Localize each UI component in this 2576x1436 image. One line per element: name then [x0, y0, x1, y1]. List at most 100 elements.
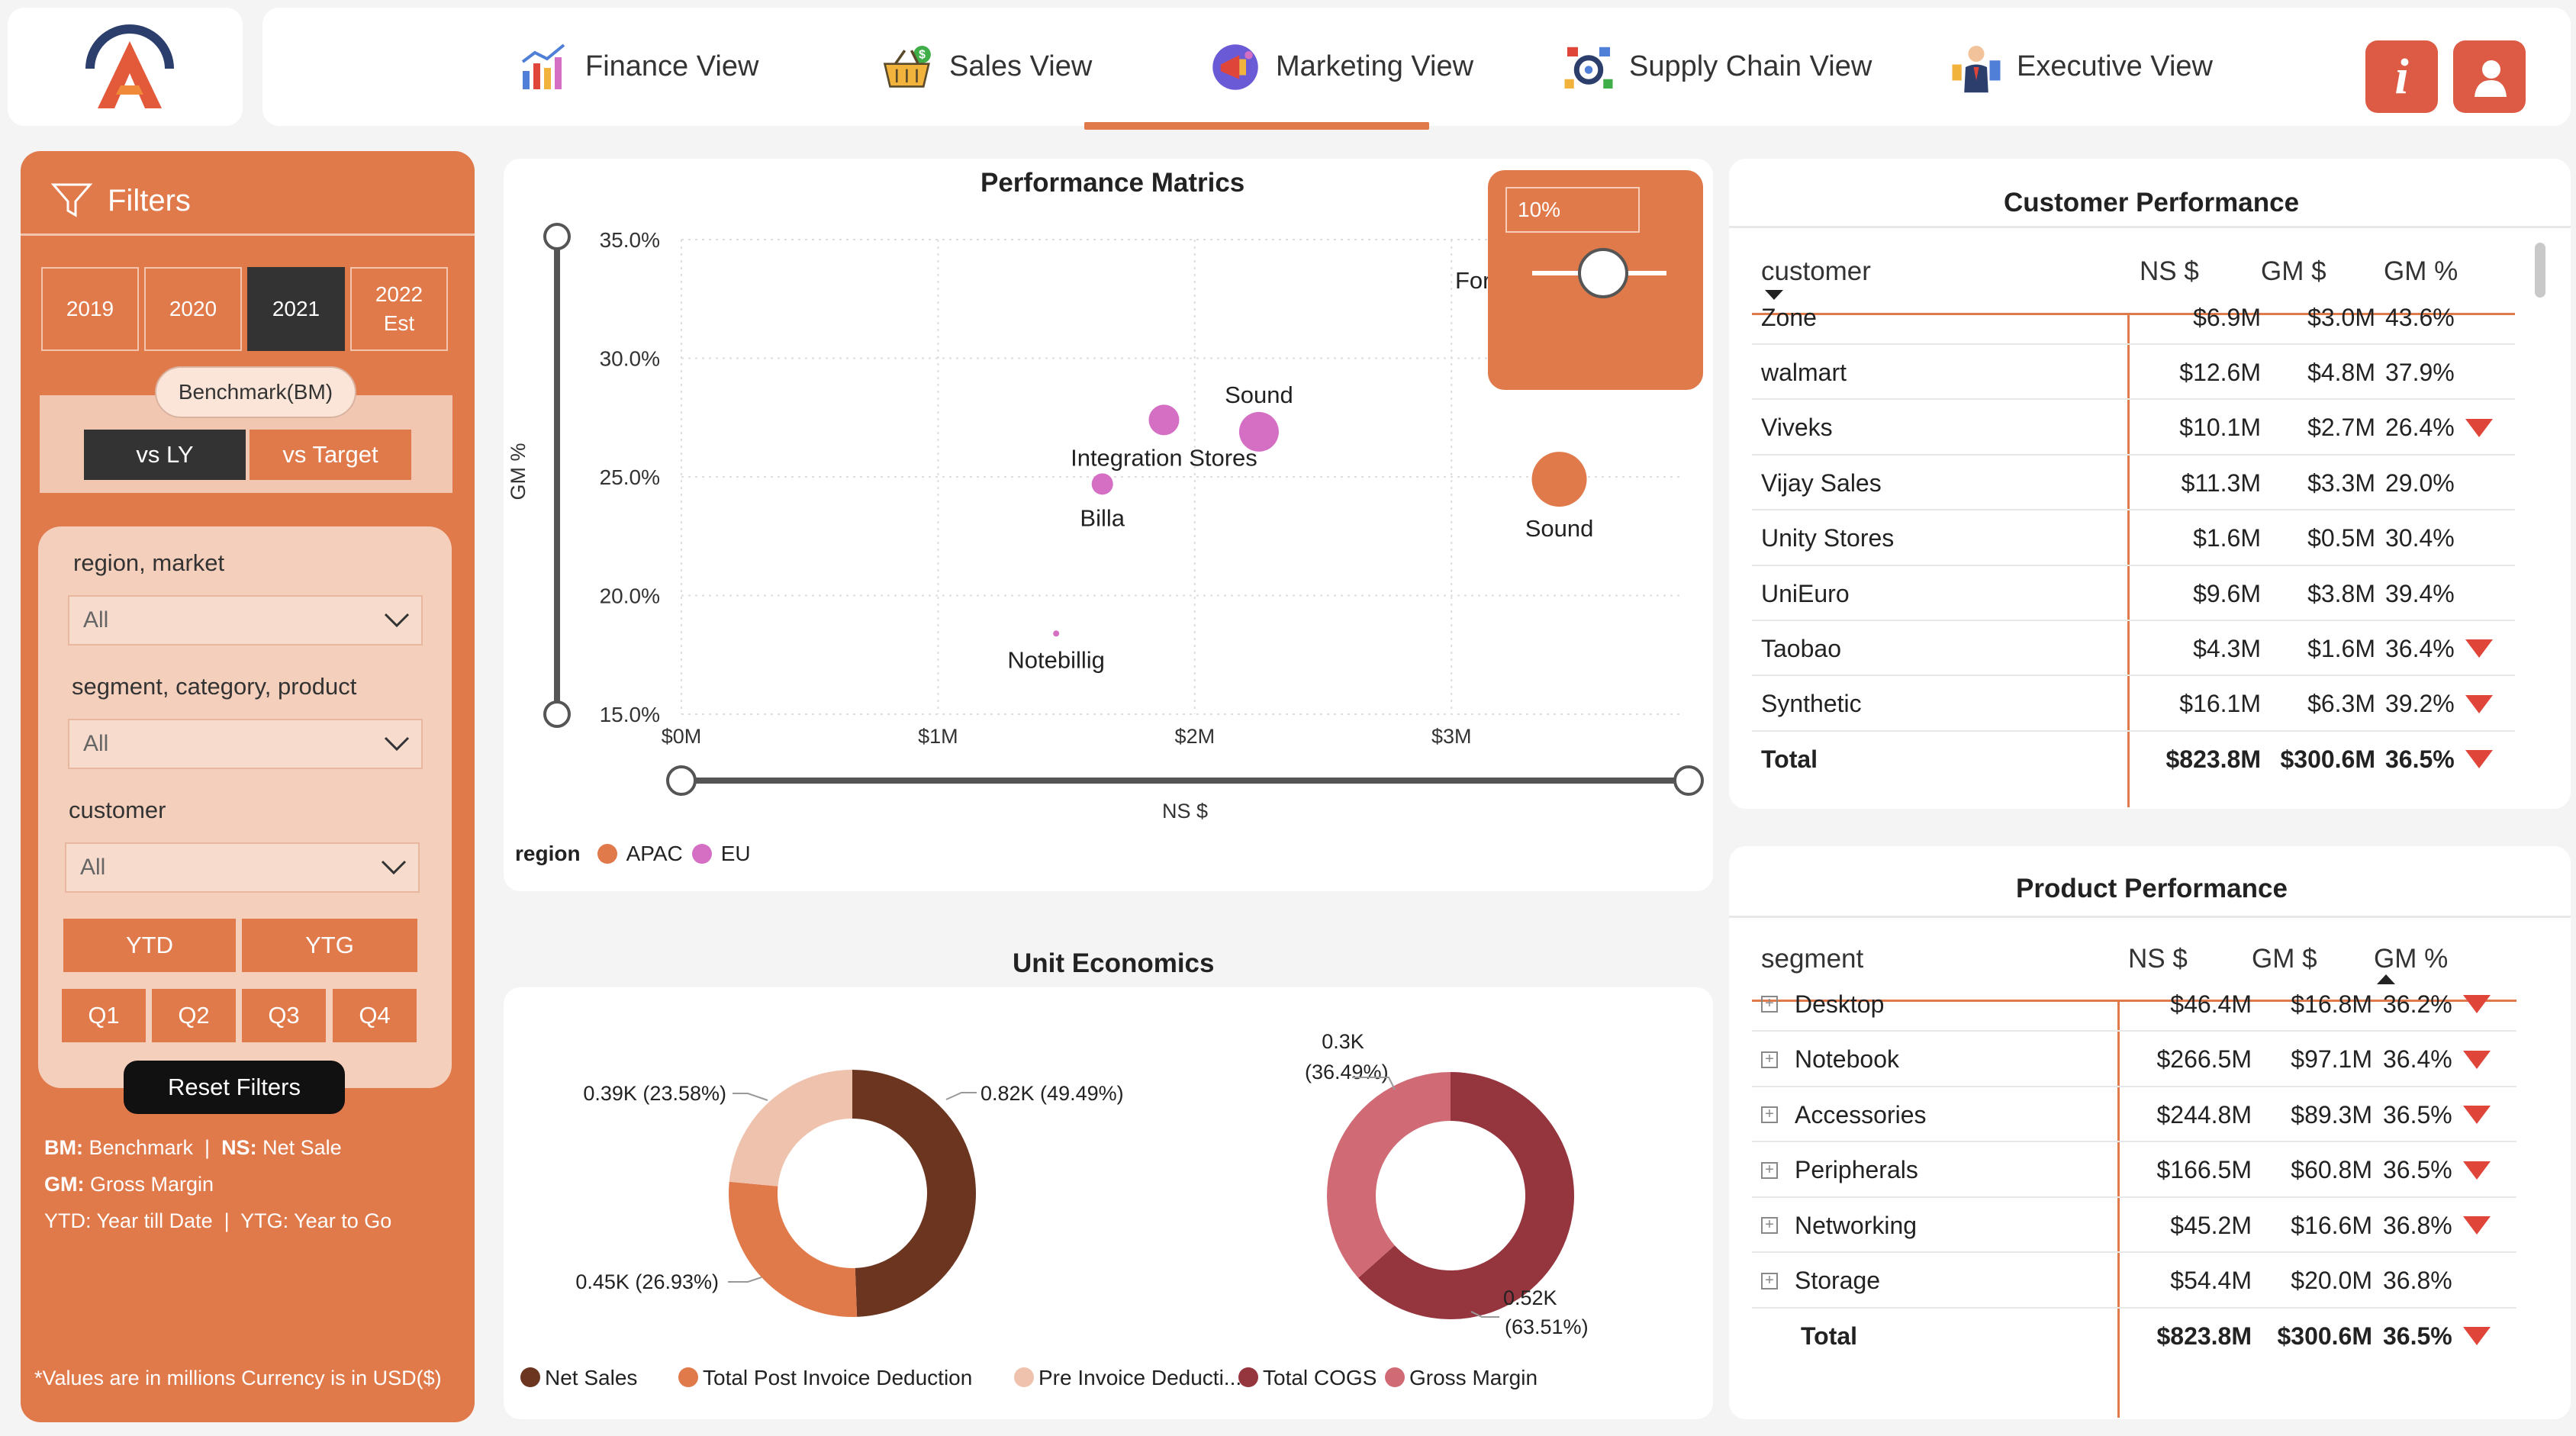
expand-plus-icon[interactable]: + [1761, 1106, 1778, 1123]
column-header-ns[interactable]: NS $ [2128, 944, 2188, 974]
nav-bar: Finance View $ Sales View Marketing View… [262, 8, 2571, 130]
x-range-handle-right[interactable] [1673, 765, 1704, 796]
year-2019-button[interactable]: 2019 [41, 267, 139, 351]
expand-plus-icon[interactable]: + [1761, 1217, 1778, 1234]
customer-dropdown[interactable]: All [65, 842, 420, 893]
ytd-button[interactable]: YTD [63, 919, 236, 972]
vs-ly-button[interactable]: vs LY [84, 430, 246, 480]
table-row[interactable]: + Accessories $244.8M $89.3M 36.5% [1752, 1087, 2516, 1142]
cell-gm-pct: 36.5% [2383, 1309, 2491, 1364]
gm-threshold-input[interactable]: 10% [1505, 187, 1640, 233]
table-row[interactable]: Viveks $10.1M $2.7M 26.4% [1752, 401, 2515, 456]
table-row[interactable]: walmart $12.6M $4.8M 37.9% [1752, 345, 2515, 401]
table-row[interactable]: + Notebook $266.5M $97.1M 36.4% [1752, 1032, 2516, 1087]
scatter-point[interactable] [1148, 404, 1180, 436]
cell-ns: $10.1M [2179, 414, 2261, 442]
region-market-dropdown[interactable]: All [68, 595, 423, 646]
column-header-gm[interactable]: GM $ [2252, 944, 2317, 974]
cell-gm-pct: 36.5% [2383, 1143, 2491, 1198]
table-row[interactable]: UniEuro $9.6M $3.8M 39.4% [1752, 566, 2515, 621]
y-range-handle-bottom[interactable] [543, 700, 571, 728]
gm-pct-value: 39.4% [2385, 579, 2455, 607]
q3-button[interactable]: Q3 [242, 989, 326, 1042]
chart-legend: region APAC EU [515, 842, 751, 866]
down-triangle-icon [2465, 418, 2493, 437]
point-label: Billa [1080, 504, 1125, 531]
cell-gm: $0.5M [2307, 524, 2375, 552]
tab-supply-chain-view[interactable]: Supply Chain View [1562, 8, 1872, 126]
total-row[interactable]: Total $823.8M $300.6M 36.5% [1752, 732, 2515, 787]
table-row[interactable]: Unity Stores $1.6M $0.5M 30.4% [1752, 511, 2515, 566]
column-header-segment[interactable]: segment [1761, 944, 1863, 974]
user-button[interactable] [2453, 40, 2526, 113]
tab-executive-view[interactable]: Executive View [1950, 8, 2213, 126]
table-row[interactable]: + Peripherals $166.5M $60.8M 36.5% [1752, 1143, 2516, 1198]
table-row[interactable]: Zone $6.9M $3.0M 43.6% [1752, 290, 2515, 345]
legend-label: Total COGS [1263, 1366, 1377, 1389]
performance-card: Performance Matrics $0M $1M $2M $3M 15.0% 20.… [504, 159, 1713, 891]
year-2021-button[interactable]: 2021 [247, 267, 345, 351]
year-2022-est-button[interactable]: 2022 Est [350, 267, 448, 351]
chevron-down-icon [384, 613, 410, 628]
legend-label: Net Sales [545, 1366, 637, 1389]
product-performance-title: Product Performance [2016, 874, 2288, 903]
slider-handle[interactable] [1578, 248, 1628, 298]
basket-icon: $ [883, 45, 931, 88]
x-range-handle-left[interactable] [666, 765, 697, 796]
column-header-gm-pct[interactable]: GM % [2384, 256, 2458, 287]
table-row[interactable]: + Desktop $46.4M $16.8M 36.2% [1752, 977, 2516, 1032]
unit-economics-slice[interactable] [729, 1181, 858, 1317]
reset-filters-button[interactable]: Reset Filters [124, 1061, 345, 1114]
row-name: Storage [1795, 1267, 1881, 1294]
tab-sales-view[interactable]: $ Sales View [882, 8, 1092, 126]
column-header-gm[interactable]: GM $ [2261, 256, 2326, 287]
table-row[interactable]: Synthetic $16.1M $6.3M 39.2% [1752, 677, 2515, 732]
year-2020-button[interactable]: 2020 [144, 267, 242, 351]
scatter-point[interactable] [1531, 452, 1587, 507]
row-name: Desktop [1795, 990, 1885, 1018]
cogs-margin-slice[interactable] [1327, 1072, 1451, 1278]
cell-gm-pct: 36.8% [2383, 1254, 2491, 1309]
unit-economics-title: Unit Economics [1013, 948, 1215, 978]
table-row[interactable]: Taobao $4.3M $1.6M 36.4% [1752, 621, 2515, 677]
scatter-point[interactable] [1091, 473, 1113, 495]
expand-plus-icon[interactable]: + [1761, 1272, 1778, 1290]
expand-plus-icon[interactable]: + [1761, 1161, 1778, 1179]
scrollbar[interactable] [2535, 243, 2545, 298]
q2-button[interactable]: Q2 [152, 989, 236, 1042]
expand-plus-icon[interactable]: + [1761, 1051, 1778, 1068]
unit-economics-card: 0.82K (49.49%) 0.39K (23.58%) 0.45K (26.93… [504, 987, 1713, 1419]
cell-gm-pct: 36.5% [2385, 732, 2493, 787]
down-triangle-icon [2462, 1216, 2491, 1235]
column-header-ns[interactable]: NS $ [2140, 256, 2199, 287]
column-header-customer[interactable]: customer [1761, 256, 1871, 287]
unit-economics-slice[interactable] [729, 1070, 852, 1186]
region-market-label: region, market [73, 549, 225, 576]
column-header-gm-pct[interactable]: GM % [2374, 944, 2448, 974]
bar-chart-icon [521, 43, 565, 89]
unit-economics-slice[interactable] [852, 1070, 977, 1317]
cell-ns: $46.4M [2170, 990, 2252, 1018]
vs-target-button[interactable]: vs Target [250, 430, 411, 480]
y-range-handle-top[interactable] [543, 223, 571, 250]
segment-category-product-dropdown[interactable]: All [68, 719, 423, 769]
user-icon [2474, 60, 2507, 97]
total-row[interactable]: Total $823.8M $300.6M 36.5% [1752, 1309, 2516, 1364]
y-tick-label: 30.0% [600, 347, 660, 371]
row-name-cell: Synthetic [1761, 677, 1862, 732]
q4-button[interactable]: Q4 [333, 989, 417, 1042]
tab-marketing-view[interactable]: Marketing View [1209, 8, 1473, 126]
table-row[interactable]: + Storage $54.4M $20.0M 36.8% [1752, 1254, 2516, 1309]
note-line: GM: Gross Margin [44, 1173, 214, 1196]
scatter-point[interactable] [1053, 630, 1060, 637]
table-row[interactable]: Vijay Sales $11.3M $3.3M 29.0% [1752, 456, 2515, 511]
table-row[interactable]: + Networking $45.2M $16.6M 36.8% [1752, 1198, 2516, 1253]
ytg-button[interactable]: YTG [242, 919, 417, 972]
q1-button[interactable]: Q1 [62, 989, 146, 1042]
expand-plus-icon[interactable]: + [1761, 996, 1778, 1013]
executive-person-icon [1952, 45, 2001, 92]
info-button[interactable]: i [2365, 40, 2438, 113]
tab-finance-view[interactable]: Finance View [518, 8, 758, 126]
tab-label: Supply Chain View [1629, 50, 1872, 82]
slice-label: 0.52K [1503, 1286, 1557, 1309]
